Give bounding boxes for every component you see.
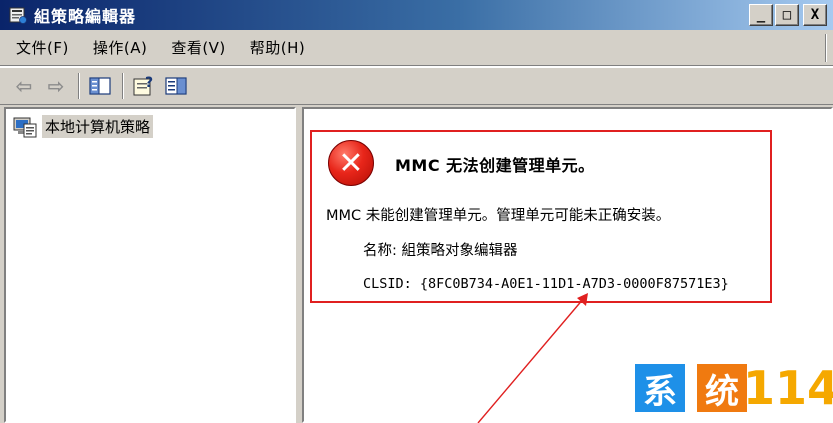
toolbar: ⇦ ⇨ ?: [0, 67, 833, 105]
back-button[interactable]: ⇦: [10, 72, 38, 100]
error-clsid: CLSID: {8FC0B734-A0E1-11D1-A7D3-0000F875…: [363, 276, 729, 292]
error-message-box: ✕ MMC 无法创建管理单元。 MMC 未能创建管理单元。管理单元可能未正确安装…: [310, 130, 772, 303]
svg-text:?: ?: [145, 75, 153, 91]
menu-action[interactable]: 操作(A): [81, 37, 159, 58]
window-title: 組策略編輯器: [34, 7, 137, 26]
console-tree-icon: [89, 77, 111, 95]
help-icon: ?: [133, 75, 153, 96]
error-icon: ✕: [328, 140, 374, 186]
menubar-divider: [825, 34, 827, 62]
title-bar: 組策略編輯器 _ □ X: [0, 0, 833, 30]
tree-item-label: 本地计算机策略: [42, 115, 154, 138]
watermark-logo-char-1: 系: [635, 364, 685, 412]
forward-button[interactable]: ⇨: [42, 72, 70, 100]
menu-view[interactable]: 查看(V): [159, 37, 237, 58]
menu-help[interactable]: 帮助(H): [238, 37, 317, 58]
tree-item-local-computer-policy[interactable]: 本地计算机策略: [12, 115, 154, 138]
watermark-logo-char-2: 统: [697, 364, 747, 412]
show-hide-action-pane-button[interactable]: [162, 72, 190, 100]
maximize-button[interactable]: □: [775, 4, 799, 26]
error-title: MMC 无法创建管理单元。: [395, 156, 595, 175]
computer-policy-icon: [12, 116, 38, 138]
error-snapin-name: 名称: 組策略对象编辑器: [363, 243, 518, 259]
show-hide-console-tree-button[interactable]: [86, 72, 114, 100]
error-message: MMC 未能创建管理单元。管理单元可能未正确安装。: [326, 208, 671, 224]
group-policy-icon: [8, 5, 28, 25]
minimize-button[interactable]: _: [749, 4, 773, 26]
console-tree-pane[interactable]: 本地计算机策略: [4, 107, 296, 423]
toolbar-divider: [78, 73, 80, 99]
menu-file[interactable]: 文件(F): [4, 37, 81, 58]
action-pane-icon: [165, 77, 187, 95]
window-controls: _ □ X: [749, 4, 827, 26]
watermark-logo-number: 114: [742, 361, 833, 415]
close-button[interactable]: X: [803, 4, 827, 26]
menu-bar: 文件(F) 操作(A) 查看(V) 帮助(H): [0, 30, 833, 66]
toolbar-divider-2: [122, 73, 124, 99]
help-button[interactable]: ?: [130, 72, 158, 100]
